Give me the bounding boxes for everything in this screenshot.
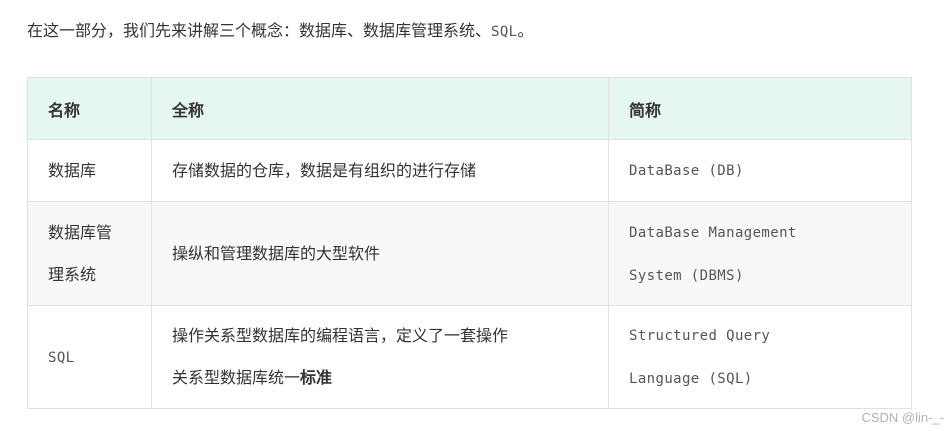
- table-row: 数据库管 理系统 操纵和管理数据库的大型软件 DataBase Manageme…: [27, 201, 912, 306]
- cell-name-line: 理系统: [48, 264, 97, 284]
- cell-name-line: 数据库: [48, 160, 97, 180]
- header-row: 名称 全称 简称: [27, 77, 912, 140]
- cell-abbreviation: Structured Query Language (SQL): [608, 305, 912, 409]
- cell-name: SQL: [27, 305, 152, 409]
- header-name: 名称: [27, 77, 152, 140]
- table-row: SQL 操作关系型数据库的编程语言，定义了一套操作 关系型数据库统一标准 Str…: [27, 305, 912, 409]
- header-abbreviation: 简称: [608, 77, 912, 140]
- cell-full-bold: 标准: [300, 368, 333, 387]
- cell-abbr-line: DataBase Management: [629, 224, 797, 241]
- cell-name-line: 数据库管: [48, 222, 113, 242]
- table-row: 数据库 存储数据的仓库，数据是有组织的进行存储 DataBase (DB): [27, 139, 912, 202]
- watermark: CSDN @lin-_-: [861, 410, 944, 425]
- cell-full-name: 操纵和管理数据库的大型软件: [151, 201, 609, 306]
- table-header: 名称 全称 简称: [27, 77, 912, 140]
- cell-full-name: 存储数据的仓库，数据是有组织的进行存储: [151, 139, 609, 202]
- intro-text: 在这一部分，我们先来讲解三个概念：数据库、数据库管理系统、: [27, 21, 492, 40]
- cell-full-line: 操作关系型数据库的编程语言，定义了一套操作: [172, 326, 509, 345]
- cell-abbr-line: Language (SQL): [629, 371, 753, 387]
- cell-full-line: 关系型数据库统一: [172, 368, 301, 387]
- cell-abbr-line: System (DBMS): [629, 267, 744, 284]
- intro-paragraph: 在这一部分，我们先来讲解三个概念：数据库、数据库管理系统、SQL。: [27, 17, 534, 46]
- cell-full-line: 操纵和管理数据库的大型软件: [172, 243, 381, 263]
- concepts-table: 名称 全称 简称 数据库 存储数据的仓库，数据是有组织的进行存储 DataBas…: [27, 77, 912, 409]
- cell-abbreviation: DataBase (DB): [608, 139, 912, 202]
- intro-code-sql: SQL: [491, 24, 518, 40]
- cell-name-line: SQL: [48, 349, 75, 366]
- cell-abbr-line: Structured Query: [629, 328, 771, 344]
- intro-end-punct: 。: [517, 21, 534, 40]
- header-full-name: 全称: [151, 77, 609, 140]
- cell-abbreviation: DataBase Management System (DBMS): [608, 201, 912, 306]
- cell-name: 数据库管 理系统: [27, 201, 152, 306]
- cell-abbr-line: DataBase (DB): [629, 163, 744, 179]
- cell-name: 数据库: [27, 139, 152, 202]
- cell-full-name: 操作关系型数据库的编程语言，定义了一套操作 关系型数据库统一标准: [151, 305, 609, 409]
- table-body: 数据库 存储数据的仓库，数据是有组织的进行存储 DataBase (DB) 数据…: [27, 139, 912, 409]
- cell-full-line: 存储数据的仓库，数据是有组织的进行存储: [172, 160, 477, 180]
